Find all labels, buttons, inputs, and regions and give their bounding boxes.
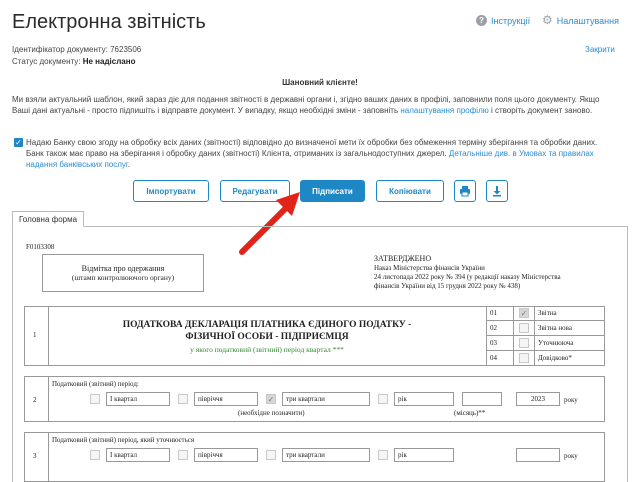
document-id-label: Ідентифікатор документу: xyxy=(12,45,108,54)
import-button[interactable]: Імпортувати xyxy=(133,180,209,202)
row1-number: 1 xyxy=(33,331,37,339)
doc-type-checkbox[interactable]: ✓ xyxy=(519,308,529,318)
stamp-sub: (штамп контролюючого органу) xyxy=(71,273,175,282)
doc-type-code: 02 xyxy=(490,324,497,332)
doc-type-checkbox[interactable] xyxy=(519,338,529,348)
help-icon: ? xyxy=(476,15,487,26)
period-checkbox-q1[interactable] xyxy=(90,394,100,404)
stamp-label: Відмітка про одержання xyxy=(81,264,165,273)
profile-settings-link[interactable]: налаштування профілю xyxy=(400,106,488,115)
doc-type-code: 03 xyxy=(490,339,497,347)
page-title: Електронна звітність xyxy=(12,11,206,33)
period-label-half: півріччя xyxy=(194,392,258,406)
settings-link[interactable]: ⚙ Налаштування xyxy=(542,13,619,27)
clarify-checkbox-q1[interactable] xyxy=(90,450,100,460)
period-label-3q: три квартали xyxy=(282,392,370,406)
print-button[interactable] xyxy=(454,180,476,202)
month-field[interactable] xyxy=(462,392,502,406)
download-button[interactable] xyxy=(486,180,508,202)
document-id: Ідентифікатор документу: 7623506 xyxy=(12,45,141,54)
year-unit: року xyxy=(564,396,578,404)
document-status-label: Статус документу: xyxy=(12,57,81,66)
doc-type-code: 01 xyxy=(490,309,497,317)
consent-end: . xyxy=(127,160,131,169)
form-code: F0103308 xyxy=(26,243,55,251)
clarify-label-half: півріччя xyxy=(194,448,258,462)
notice-text-2: і створіть документ заново. xyxy=(488,106,593,115)
doc-type-row[interactable]: 01 ✓ Звітна xyxy=(486,306,605,321)
approved-line-1: Наказ Міністерства фінансів України xyxy=(374,264,485,272)
clarify-label-q1: І квартал xyxy=(106,448,170,462)
instructions-link[interactable]: ? Інструкції xyxy=(476,15,530,26)
close-link[interactable]: Закрити xyxy=(585,45,615,54)
doc-type-code: 04 xyxy=(490,354,497,362)
period-checkbox-3q[interactable]: ✓ xyxy=(266,394,276,404)
row2-divider xyxy=(48,376,49,422)
document-type-list: 01 ✓ Звітна 02 Звітна нова 03 Уточнююча … xyxy=(486,306,605,366)
copy-button[interactable]: Копіювати xyxy=(376,180,444,202)
doc-type-row[interactable]: 02 Звітна нова xyxy=(486,321,605,336)
printer-icon xyxy=(460,186,470,197)
month-label: (місяць)** xyxy=(454,409,486,417)
declaration-subtitle: у якого податковий (звітний) період квар… xyxy=(190,345,344,354)
doc-type-checkbox[interactable] xyxy=(519,353,529,363)
doc-type-row[interactable]: 03 Уточнююча xyxy=(486,336,605,351)
notice-text: Ми взяли актуальний шаблон, який зараз д… xyxy=(12,94,608,116)
instructions-label: Інструкції xyxy=(491,15,531,26)
period-checkbox-half[interactable] xyxy=(178,394,188,404)
doc-type-label: Уточнююча xyxy=(538,339,574,347)
declaration-title-1: ПОДАТКОВА ДЕКЛАРАЦІЯ ПЛАТНИКА ЄДИНОГО ПО… xyxy=(122,320,412,330)
declaration-title-2: ФІЗИЧНОЇ ОСОБИ - ПІДПРИЄМЦЯ xyxy=(185,332,349,342)
doc-type-checkbox[interactable] xyxy=(519,323,529,333)
period-label-year: рік xyxy=(394,392,454,406)
tab-main-form[interactable]: Головна форма xyxy=(12,211,85,227)
row1-divider xyxy=(48,306,49,366)
document-status-value: Не надіслано xyxy=(82,57,136,66)
row2-number: 2 xyxy=(33,396,37,404)
doc-type-row[interactable]: 04 Довідково* xyxy=(486,351,605,366)
clarify-year-field[interactable] xyxy=(516,448,560,462)
consent-checkbox[interactable]: ✓ xyxy=(14,138,23,147)
settings-label: Налаштування xyxy=(556,15,619,26)
greeting: Шановний клієнте! xyxy=(282,78,358,87)
clarify-label-year: рік xyxy=(394,448,454,462)
doc-type-label: Звітна xyxy=(538,309,557,317)
download-icon xyxy=(493,186,501,197)
gear-icon: ⚙ xyxy=(542,13,553,27)
period-label: Податковий (звітний) період: xyxy=(52,380,139,388)
period-label-q1: І квартал xyxy=(106,392,170,406)
doc-type-label: Довідково* xyxy=(538,354,572,362)
clarify-label: Податковий (звітний) період, який уточню… xyxy=(52,436,195,444)
clarify-checkbox-half[interactable] xyxy=(178,450,188,460)
approved-line-2: 24 листопада 2022 року № 394 (у редакції… xyxy=(374,273,561,281)
clarify-year-unit: року xyxy=(564,452,578,460)
doc-type-label: Звітна нова xyxy=(538,324,572,332)
consent-text: Надаю Банку свою згоду на обробку всіх д… xyxy=(26,137,616,170)
document-id-value: 7623506 xyxy=(110,45,142,54)
approved-line-3: фінансів України від 15 грудня 2022 року… xyxy=(374,282,521,290)
period-note: (необхідне позначити) xyxy=(238,409,305,417)
stamp-box: Відмітка про одержання (штамп контролююч… xyxy=(42,254,204,292)
row3-number: 3 xyxy=(33,452,37,460)
document-status: Статус документу: Не надіслано xyxy=(12,57,135,66)
clarify-checkbox-year[interactable] xyxy=(378,450,388,460)
clarify-checkbox-3q[interactable] xyxy=(266,450,276,460)
approved-title: ЗАТВЕРДЖЕНО xyxy=(374,254,432,263)
clarify-label-3q: три квартали xyxy=(282,448,370,462)
year-field[interactable]: 2023 xyxy=(516,392,560,406)
row3-divider xyxy=(48,432,49,482)
period-checkbox-year[interactable] xyxy=(378,394,388,404)
